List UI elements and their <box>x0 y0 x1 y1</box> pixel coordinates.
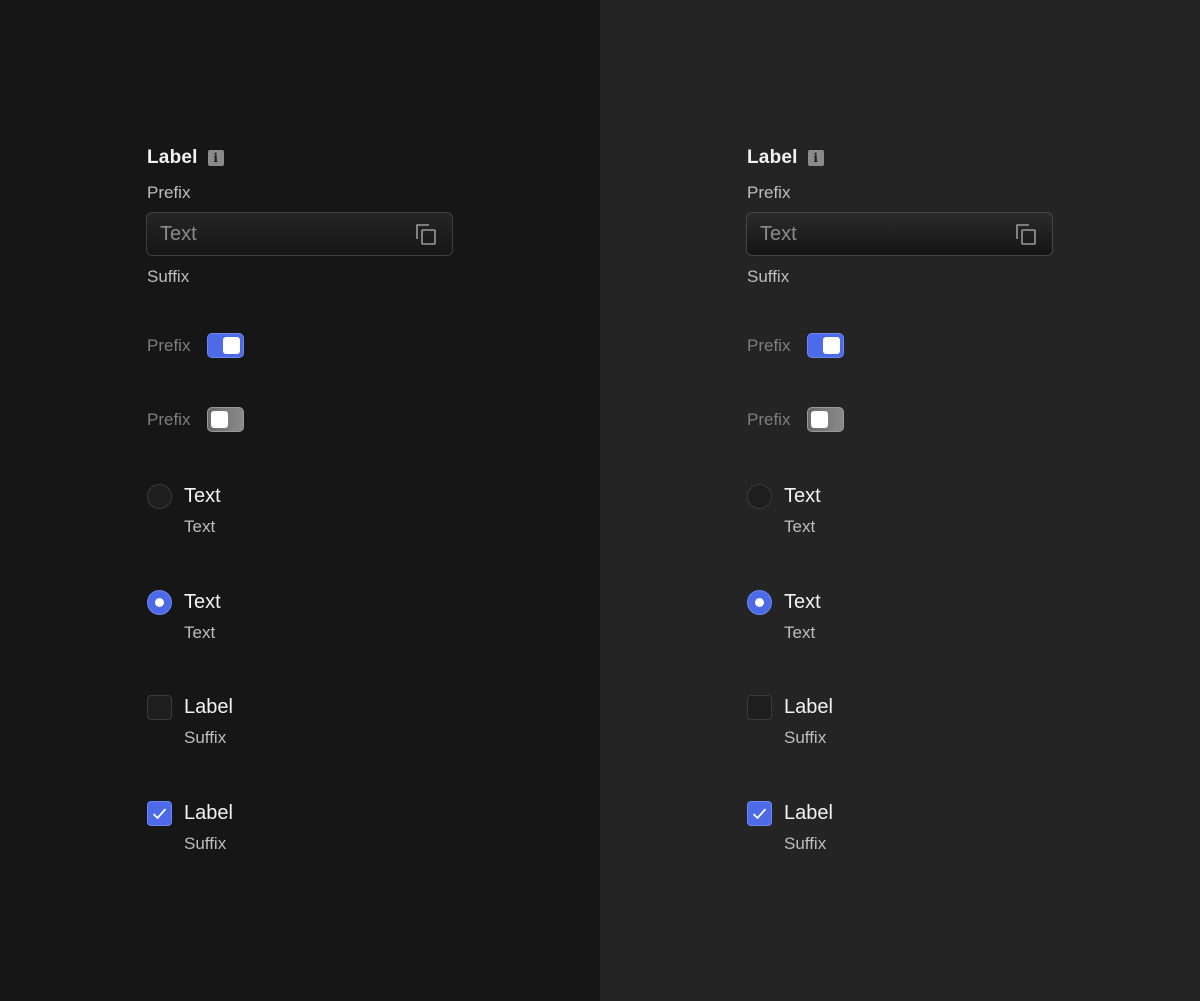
checkbox-checked[interactable] <box>747 800 772 826</box>
toggle-label: Prefix <box>147 335 191 355</box>
toggle-switch-on[interactable] <box>807 333 844 358</box>
toggle-knob <box>211 411 228 428</box>
radio-button-selected[interactable] <box>747 589 772 615</box>
checkbox-checked[interactable] <box>147 800 172 826</box>
radio-dot <box>755 597 764 607</box>
copy-icon[interactable] <box>414 222 438 246</box>
radio-button[interactable] <box>147 483 172 509</box>
checkbox-option-checked: Label Suffix <box>147 800 447 854</box>
info-icon[interactable]: i <box>207 150 224 166</box>
text-input[interactable]: Text <box>146 212 453 256</box>
input-suffix: Suffix <box>747 267 790 286</box>
radio-description: Text <box>784 517 816 536</box>
checkbox-suffix: Suffix <box>784 728 827 747</box>
check-icon <box>752 807 767 819</box>
light-theme-panel: Label i Prefix Text Suffix Prefix Prefix… <box>600 0 1200 1001</box>
checkbox-suffix: Suffix <box>784 834 827 853</box>
checkbox-option-unchecked: Label Suffix <box>147 694 447 748</box>
toggle-row-off: Prefix <box>147 407 244 432</box>
input-prefix: Prefix <box>147 183 191 202</box>
checkbox-option-checked: Label Suffix <box>747 800 1047 854</box>
checkbox-label[interactable]: Label <box>184 802 233 825</box>
radio-description: Text <box>184 517 216 536</box>
radio-option-unselected: Text Text <box>147 483 447 537</box>
check-icon <box>152 807 167 819</box>
checkbox-suffix: Suffix <box>184 728 227 747</box>
toggle-switch-on[interactable] <box>207 333 244 358</box>
checkbox-label[interactable]: Label <box>784 802 833 825</box>
radio-description: Text <box>784 623 816 642</box>
radio-label[interactable]: Text <box>184 485 221 508</box>
toggle-knob <box>811 411 828 428</box>
radio-option-selected: Text Text <box>147 589 447 643</box>
checkbox[interactable] <box>147 694 172 720</box>
toggle-knob <box>223 337 240 354</box>
field-label-row: Label i <box>747 147 824 169</box>
radio-option-unselected: Text Text <box>747 483 1047 537</box>
toggle-row-on: Prefix <box>747 333 844 358</box>
radio-option-selected: Text Text <box>747 589 1047 643</box>
text-input-value[interactable]: Text <box>760 223 797 246</box>
radio-label[interactable]: Text <box>784 485 821 508</box>
toggle-switch-off[interactable] <box>807 407 844 432</box>
field-label: Label <box>147 147 198 168</box>
toggle-label: Prefix <box>747 335 791 355</box>
input-suffix: Suffix <box>147 267 190 286</box>
checkbox-suffix: Suffix <box>184 834 227 853</box>
text-input[interactable]: Text <box>746 212 1053 256</box>
toggle-switch-off[interactable] <box>207 407 244 432</box>
radio-dot <box>155 597 164 607</box>
toggle-row-on: Prefix <box>147 333 244 358</box>
checkbox-label[interactable]: Label <box>184 696 233 719</box>
radio-description: Text <box>184 623 216 642</box>
checkbox-option-unchecked: Label Suffix <box>747 694 1047 748</box>
radio-button-selected[interactable] <box>147 589 172 615</box>
info-icon[interactable]: i <box>807 150 824 166</box>
text-input-value[interactable]: Text <box>160 223 197 246</box>
toggle-label: Prefix <box>147 409 191 429</box>
radio-label[interactable]: Text <box>784 591 821 614</box>
dark-theme-panel: Label i Prefix Text Suffix Prefix Prefix… <box>0 0 600 1001</box>
copy-icon[interactable] <box>1014 222 1038 246</box>
input-prefix: Prefix <box>747 183 791 202</box>
toggle-label: Prefix <box>747 409 791 429</box>
toggle-row-off: Prefix <box>747 407 844 432</box>
checkbox[interactable] <box>747 694 772 720</box>
radio-label[interactable]: Text <box>184 591 221 614</box>
radio-button[interactable] <box>747 483 772 509</box>
checkbox-label[interactable]: Label <box>784 696 833 719</box>
field-label-row: Label i <box>147 147 224 169</box>
toggle-knob <box>823 337 840 354</box>
field-label: Label <box>747 147 798 168</box>
